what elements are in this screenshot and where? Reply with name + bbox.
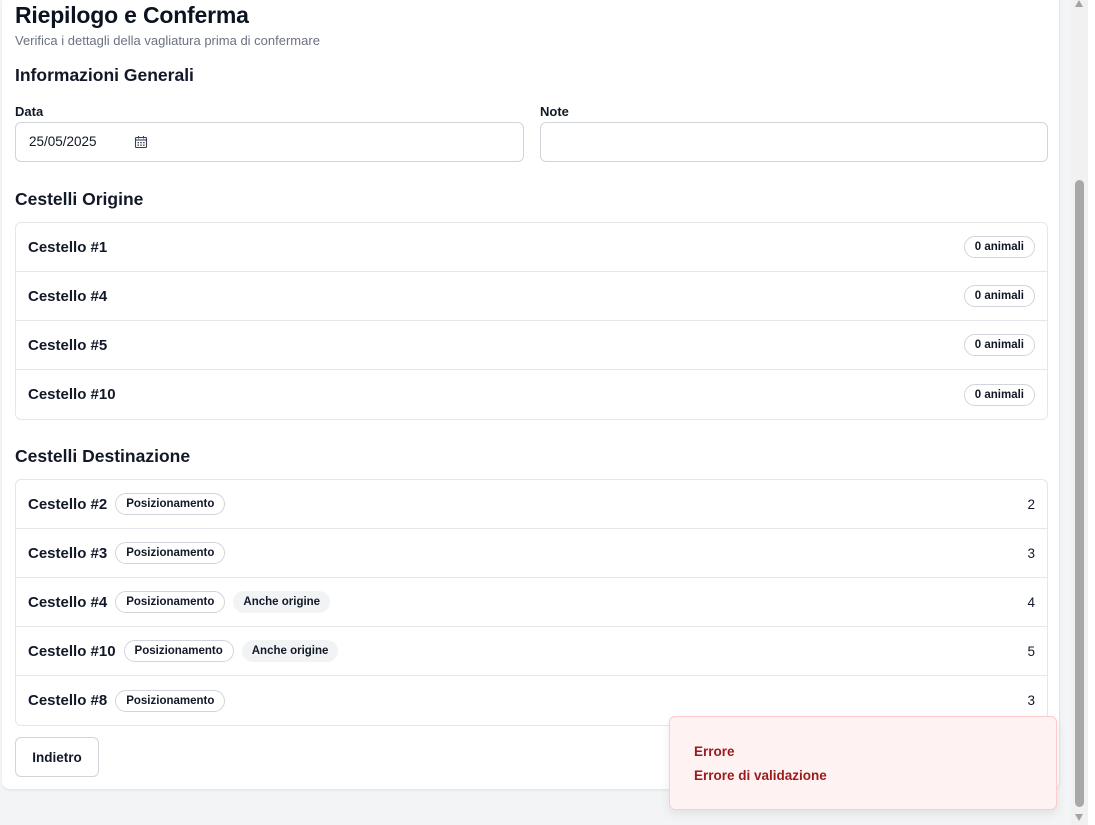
date-value: 25/05/2025 [29,134,97,149]
destination-basket-name: Cestello #2 [28,495,108,513]
note-field[interactable] [540,122,1048,162]
origin-basket-row: Cestello #4 0 animali [16,272,1047,321]
scroll-thumb[interactable] [1075,180,1084,807]
animal-count: 3 [1027,545,1035,561]
animals-count-badge: 0 animali [963,383,1035,406]
origin-basket-name: Cestello #10 [28,386,116,403]
also-origin-badge: Anche origine [241,640,339,662]
toast-title: Errore [694,744,735,759]
page-title: Riepilogo e Conferma [15,2,249,28]
origin-basket-name: Cestello #1 [28,238,108,256]
scroll-down-arrow-icon[interactable] [1075,814,1083,821]
destination-basket-row: Cestello #10 Posizionamento Anche origin… [16,627,1047,676]
error-toast[interactable]: Errore Errore di validazione [669,716,1057,810]
destination-baskets-title: Cestelli Destinazione [15,446,191,466]
note-label: Note [540,104,569,119]
origin-basket-name: Cestello #5 [28,336,108,354]
positioning-badge: Posizionamento [115,493,226,515]
origin-basket-row: Cestello #10 0 animali [16,370,1047,419]
origin-baskets-title: Cestelli Origine [15,189,144,209]
animal-count: 4 [1027,594,1035,610]
destination-baskets-list: Cestello #2 Posizionamento 2 Cestello #3… [15,479,1048,726]
positioning-badge: Posizionamento [123,640,234,662]
destination-basket-name: Cestello #3 [28,544,108,562]
animal-count: 2 [1027,496,1035,512]
toast-description: Errore di validazione [694,768,827,783]
animal-count: 3 [1027,693,1035,708]
animals-count-badge: 0 animali [963,334,1035,356]
destination-basket-name: Cestello #10 [28,642,116,660]
calendar-icon[interactable] [134,135,148,149]
animals-count-badge: 0 animali [963,285,1035,307]
general-info-title: Informazioni Generali [15,65,194,85]
vertical-scrollbar[interactable] [1071,0,1088,825]
positioning-badge: Posizionamento [115,591,226,613]
also-origin-badge: Anche origine [233,591,331,613]
summary-card: Riepilogo e Conferma Verifica i dettagli… [2,0,1060,790]
destination-basket-row: Cestello #3 Posizionamento 3 [16,529,1047,578]
back-button[interactable]: Indietro [15,737,99,777]
destination-basket-row: Cestello #4 Posizionamento Anche origine… [16,578,1047,627]
window-edge [1088,0,1095,825]
destination-basket-name: Cestello #4 [28,593,108,611]
destination-basket-name: Cestello #8 [28,692,108,709]
date-field[interactable]: 25/05/2025 [15,122,524,162]
positioning-badge: Posizionamento [115,689,226,712]
destination-basket-row: Cestello #2 Posizionamento 2 [16,480,1047,529]
positioning-badge: Posizionamento [115,542,226,564]
date-label: Data [15,104,44,119]
origin-basket-name: Cestello #4 [28,287,108,305]
origin-baskets-list: Cestello #1 0 animali Cestello #4 0 anim… [15,222,1048,420]
animal-count: 5 [1027,643,1035,659]
origin-basket-row: Cestello #5 0 animali [16,321,1047,370]
page-subtitle: Verifica i dettagli della vagliatura pri… [15,33,320,48]
origin-basket-row: Cestello #1 0 animali [16,223,1047,272]
scroll-up-arrow-icon[interactable] [1075,0,1083,7]
animals-count-badge: 0 animali [963,236,1035,258]
